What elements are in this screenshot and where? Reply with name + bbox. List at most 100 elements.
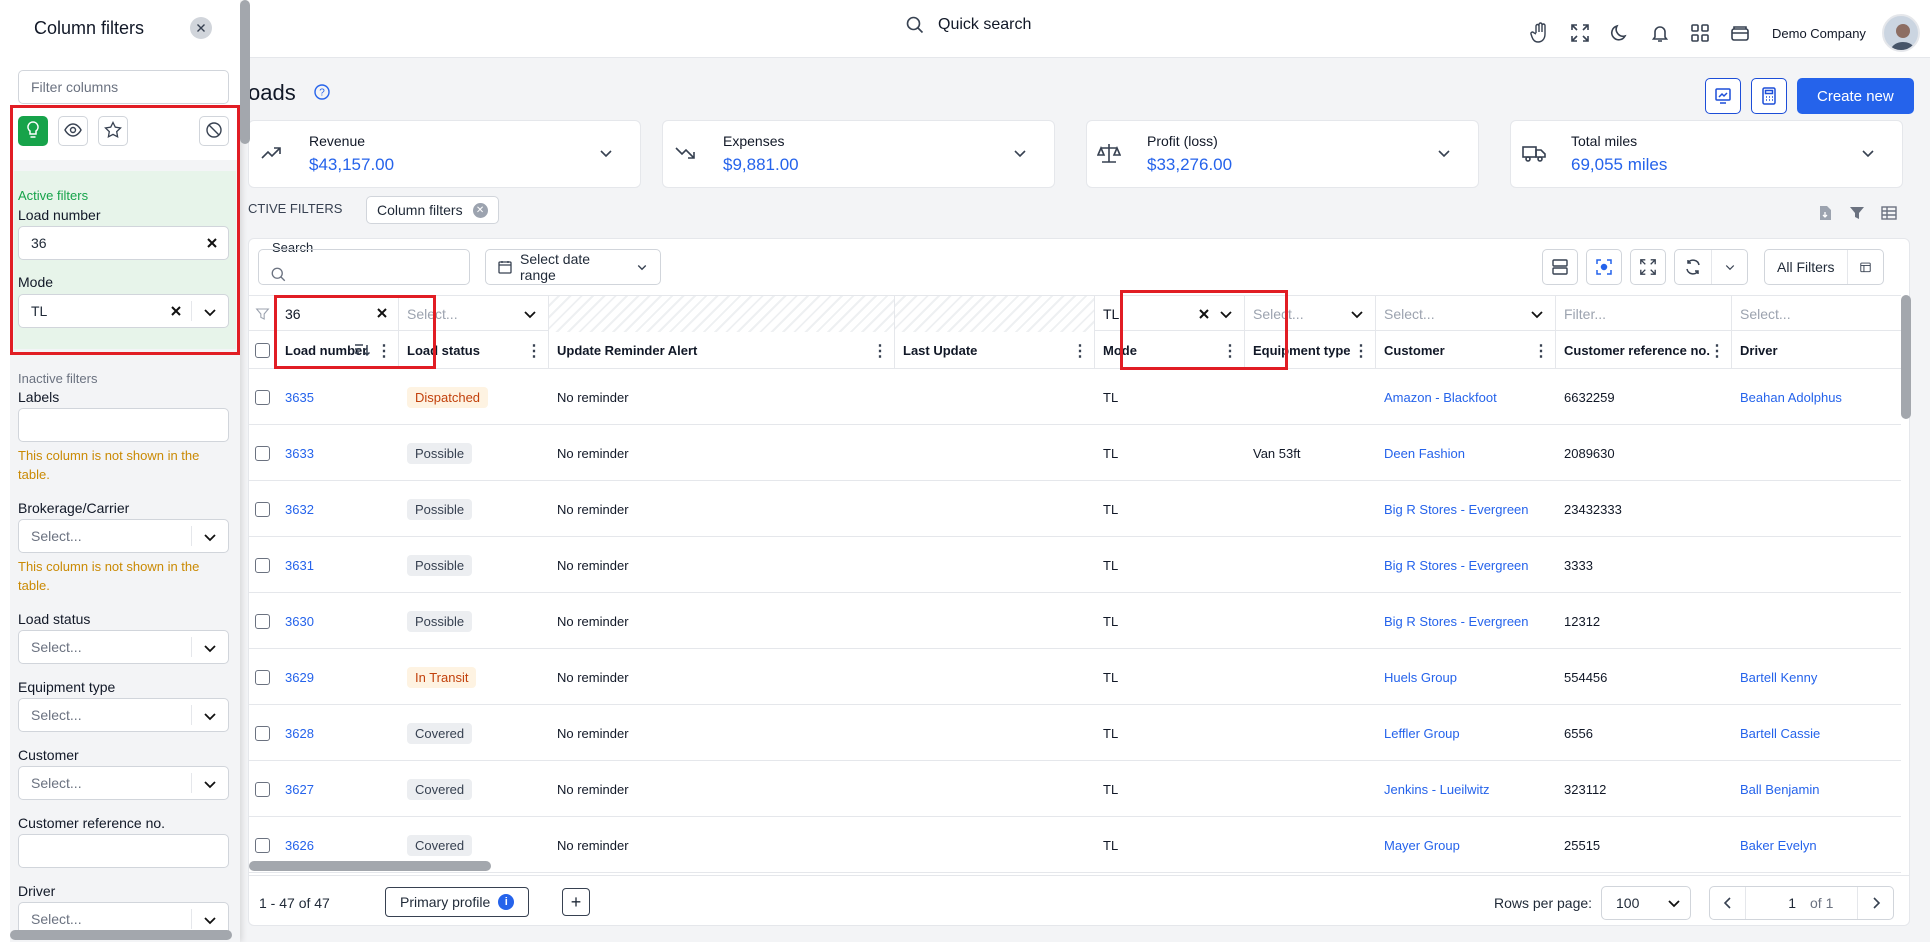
col-customer-ref[interactable]: Customer reference no. ⋮ xyxy=(1556,331,1732,369)
load-number-link[interactable]: 3635 xyxy=(285,390,314,405)
col-last-update[interactable]: Last Update ⋮ xyxy=(895,331,1095,369)
profit-card[interactable]: Profit (loss) $33,276.00 xyxy=(1086,120,1479,188)
table-row[interactable]: 3631 Possible No reminder TL Big R Stores - … xyxy=(249,537,1901,593)
company-name[interactable]: Demo Company xyxy=(1772,26,1866,41)
date-range-select[interactable]: Select date range xyxy=(485,249,661,285)
quick-search[interactable]: Quick search xyxy=(906,16,1031,34)
customer-filter[interactable]: Select... xyxy=(1376,296,1556,332)
customer-link[interactable]: Amazon - Blackfoot xyxy=(1384,390,1497,405)
chevron-down-icon[interactable] xyxy=(202,708,218,727)
export-icon[interactable] xyxy=(1816,204,1834,222)
chevron-down-icon[interactable] xyxy=(202,640,218,659)
row-checkbox[interactable] xyxy=(255,537,270,593)
column-menu-icon[interactable]: ⋮ xyxy=(1072,341,1088,361)
search-input[interactable] xyxy=(258,249,470,285)
chevron-down-icon[interactable] xyxy=(1529,306,1545,322)
moon-icon[interactable] xyxy=(1608,19,1632,47)
customer-ref-input[interactable] xyxy=(18,834,229,868)
chevron-down-icon[interactable] xyxy=(1012,145,1028,161)
panel-horizontal-scrollbar[interactable] xyxy=(10,930,232,940)
wallet-icon[interactable] xyxy=(1728,19,1752,47)
column-menu-icon[interactable]: ⋮ xyxy=(1709,341,1725,361)
chevron-down-icon[interactable] xyxy=(202,776,218,795)
panel-vertical-scrollbar[interactable] xyxy=(240,0,250,144)
table-row[interactable]: 3628 Covered No reminder TL Leffler Group 655… xyxy=(249,705,1901,761)
primary-profile-button[interactable]: Primary profile i xyxy=(385,887,530,917)
customer-link[interactable]: Leffler Group xyxy=(1384,726,1460,741)
column-menu-icon[interactable]: ⋮ xyxy=(526,341,542,361)
calculator-button[interactable] xyxy=(1751,78,1787,114)
all-filters-button[interactable]: All Filters xyxy=(1764,249,1884,285)
table-row[interactable]: 3635 Dispatched No reminder TL Amazon - Blac… xyxy=(249,369,1901,425)
labels-input[interactable] xyxy=(18,408,229,442)
row-checkbox[interactable] xyxy=(255,593,270,649)
table-row[interactable]: 3633 Possible No reminder TL Van 53ft Deen Fa… xyxy=(249,425,1901,481)
column-menu-icon[interactable]: ⋮ xyxy=(872,341,888,361)
add-profile-button[interactable]: + xyxy=(562,888,590,916)
vertical-scrollbar[interactable] xyxy=(1901,295,1911,419)
expand-button[interactable] xyxy=(1630,249,1666,285)
customer-link[interactable]: Jenkins - Lueilwitz xyxy=(1384,782,1490,797)
chevron-down-icon[interactable] xyxy=(598,145,614,161)
driver-filter[interactable]: Select... xyxy=(1732,296,1901,332)
chevron-down-icon[interactable] xyxy=(1860,145,1876,161)
filter-icon[interactable] xyxy=(1848,204,1866,222)
row-checkbox[interactable] xyxy=(255,481,270,537)
load-number-link[interactable]: 3633 xyxy=(285,446,314,461)
driver-link[interactable]: Baker Evelyn xyxy=(1740,838,1817,853)
hand-icon[interactable] xyxy=(1528,19,1552,47)
row-checkbox[interactable] xyxy=(255,705,270,761)
customer-link[interactable]: Deen Fashion xyxy=(1384,446,1465,461)
fullscreen-icon[interactable] xyxy=(1568,19,1592,47)
close-icon[interactable] xyxy=(190,17,212,39)
table-row[interactable]: 3632 Possible No reminder TL Big R Stores - … xyxy=(249,481,1901,537)
chevron-down-icon[interactable] xyxy=(1711,250,1747,284)
prev-page-button[interactable] xyxy=(1710,887,1746,919)
horizontal-scrollbar[interactable] xyxy=(249,861,491,871)
next-page-button[interactable] xyxy=(1857,887,1893,919)
row-density-button[interactable] xyxy=(1542,249,1578,285)
avatar[interactable] xyxy=(1881,14,1920,52)
chevron-down-icon[interactable] xyxy=(1349,306,1365,322)
row-checkbox[interactable] xyxy=(255,761,270,817)
customer-select[interactable]: Select... xyxy=(18,766,229,800)
row-checkbox[interactable] xyxy=(255,425,270,481)
load-status-select[interactable]: Select... xyxy=(18,630,229,664)
chevron-down-icon[interactable] xyxy=(522,306,538,322)
chevron-down-icon[interactable] xyxy=(202,529,218,548)
refresh-split-button[interactable] xyxy=(1674,249,1748,285)
customer-link[interactable]: Big R Stores - Evergreen xyxy=(1384,614,1529,629)
load-number-link[interactable]: 3629 xyxy=(285,670,314,685)
load-number-link[interactable]: 3626 xyxy=(285,838,314,853)
col-customer[interactable]: Customer ⋮ xyxy=(1376,331,1556,369)
driver-link[interactable]: Bartell Kenny xyxy=(1740,670,1817,685)
table-row[interactable]: 3626 Covered No reminder TL Mayer Group 25515… xyxy=(249,817,1901,873)
load-number-link[interactable]: 3632 xyxy=(285,502,314,517)
page-input[interactable]: 1 xyxy=(1746,887,1802,919)
col-reminder[interactable]: Update Reminder Alert ⋮ xyxy=(549,331,895,369)
chevron-down-icon[interactable] xyxy=(1436,145,1452,161)
help-icon[interactable]: ? xyxy=(314,84,330,100)
miles-card[interactable]: Total miles 69,055 miles xyxy=(1510,120,1903,188)
focus-button[interactable] xyxy=(1586,249,1622,285)
apps-grid-icon[interactable] xyxy=(1688,19,1712,47)
load-number-link[interactable]: 3628 xyxy=(285,726,314,741)
info-icon[interactable]: i xyxy=(498,894,515,910)
bell-icon[interactable] xyxy=(1648,19,1672,47)
table-row[interactable]: 3629 In Transit No reminder TL Huels Group 55… xyxy=(249,649,1901,705)
driver-link[interactable]: Bartell Cassie xyxy=(1740,726,1820,741)
row-checkbox[interactable] xyxy=(255,369,270,425)
expenses-card[interactable]: Expenses $9,881.00 xyxy=(662,120,1055,188)
analytics-button[interactable] xyxy=(1705,78,1741,114)
customer-ref-filter[interactable]: Filter... xyxy=(1556,296,1732,332)
column-filters-chip[interactable]: Column filters ✕ xyxy=(366,196,499,224)
calendar-icon[interactable] xyxy=(1846,250,1883,284)
customer-link[interactable]: Big R Stores - Evergreen xyxy=(1384,502,1529,517)
column-menu-icon[interactable]: ⋮ xyxy=(1353,341,1369,361)
chevron-down-icon[interactable] xyxy=(202,912,218,931)
close-icon[interactable]: ✕ xyxy=(472,202,488,218)
table-row[interactable]: 3630 Possible No reminder TL Big R Stores - … xyxy=(249,593,1901,649)
column-menu-icon[interactable]: ⋮ xyxy=(1533,341,1549,361)
revenue-card[interactable]: Revenue $43,157.00 xyxy=(248,120,641,188)
brokerage-select[interactable]: Select... xyxy=(18,519,229,553)
